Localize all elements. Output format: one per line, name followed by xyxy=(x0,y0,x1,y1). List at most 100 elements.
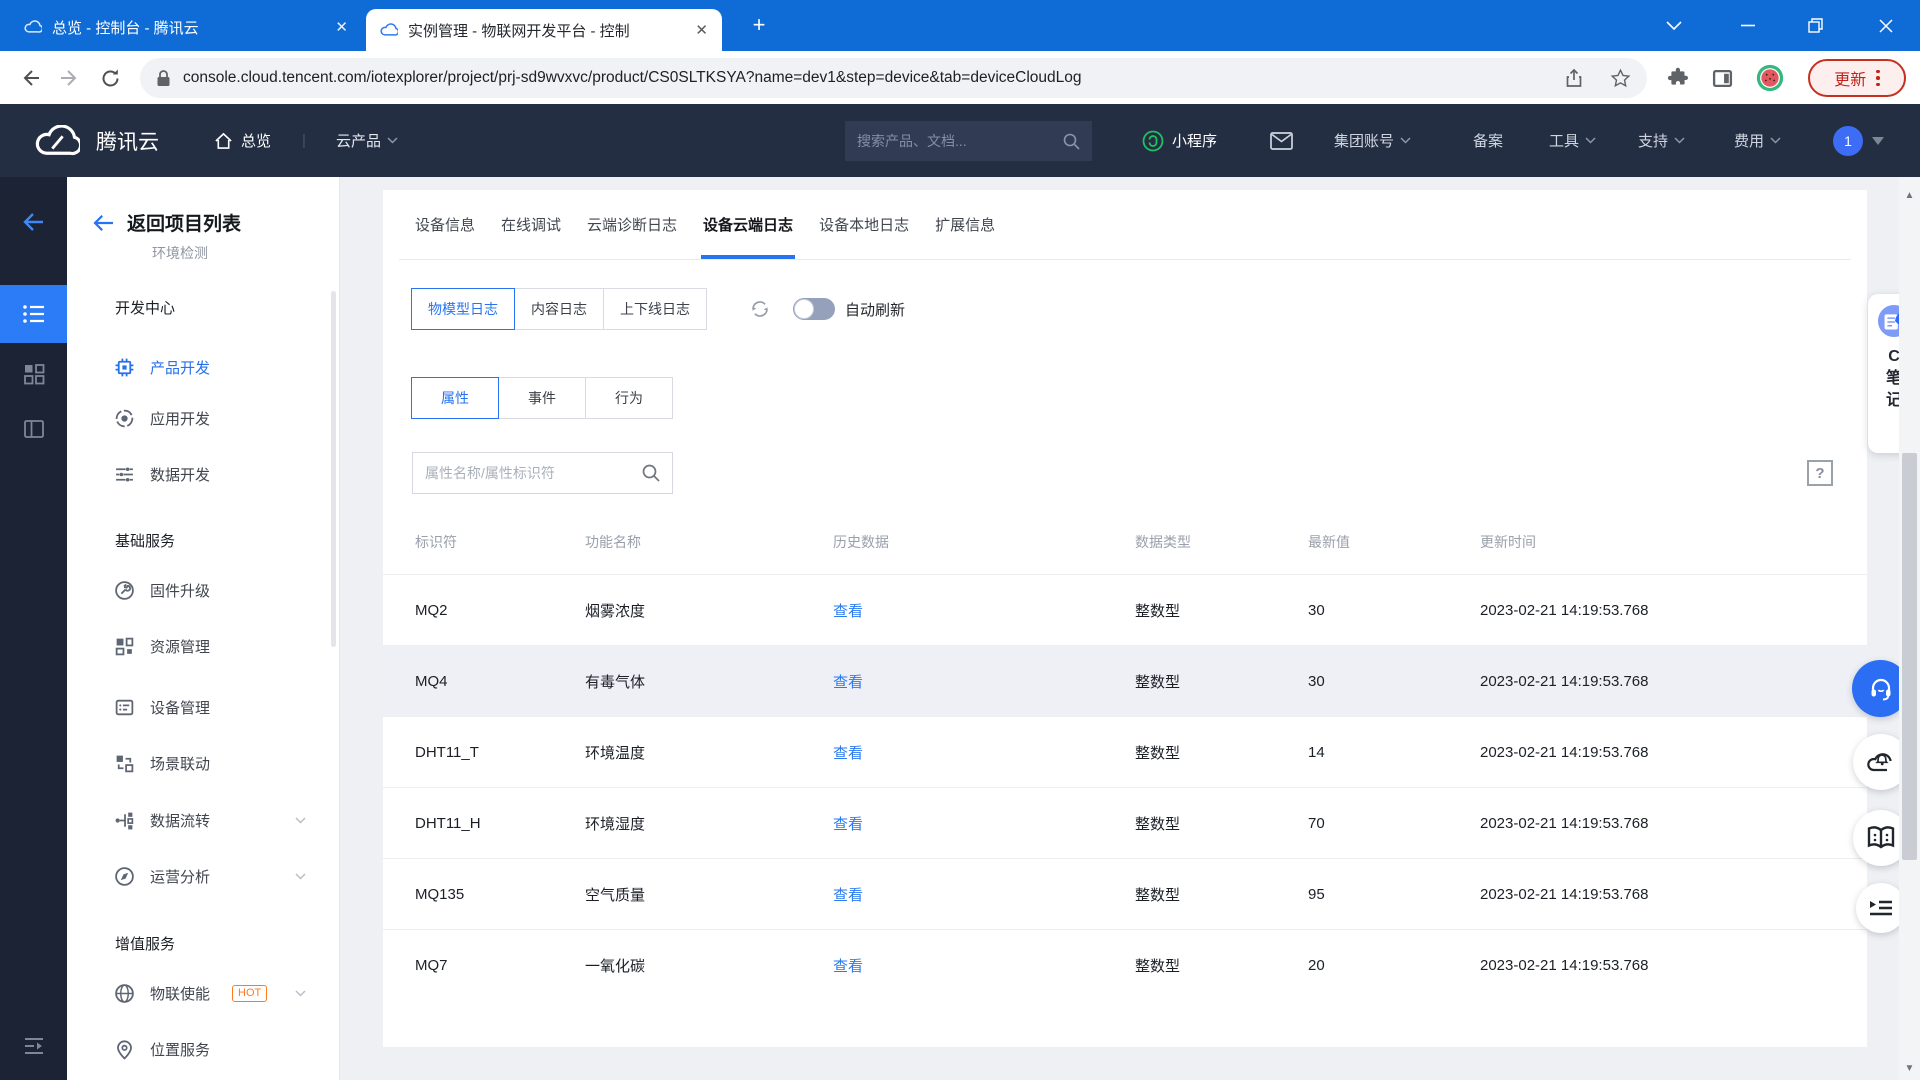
sidebar-item-flow[interactable]: 数据流转 xyxy=(67,805,339,835)
tab-search-icon[interactable] xyxy=(1651,0,1697,51)
sidebar-item-location[interactable]: 位置服务 xyxy=(67,1034,339,1064)
nav-overview[interactable]: 总览 xyxy=(214,104,271,177)
bookmark-star-icon[interactable] xyxy=(1610,68,1631,89)
table-cell: 整数型 xyxy=(1135,886,1181,904)
console-search-box[interactable]: 搜索产品、文档... xyxy=(845,121,1092,161)
table-row[interactable]: DHT11_H 环境湿度 查看 整数型 70 2023-02-21 14:19:53.76… xyxy=(383,787,1867,858)
page-scrollbar[interactable]: ▲ ▼ xyxy=(1899,177,1920,1080)
view-history-link[interactable]: 查看 xyxy=(833,600,1135,621)
rail-panel-icon[interactable] xyxy=(0,400,67,458)
sidebar-scrollbar[interactable] xyxy=(331,291,336,647)
sidebar-item-scene[interactable]: 场景联动 xyxy=(67,748,339,778)
table-row[interactable]: MQ135 空气质量 查看 整数型 95 2023-02-21 14:19:53.768 xyxy=(383,858,1867,929)
device-tab-2[interactable]: 云端诊断日志 xyxy=(587,190,677,259)
rail-back-arrow-icon[interactable] xyxy=(0,193,67,251)
property-search[interactable] xyxy=(412,452,673,494)
nav-beian[interactable]: 备案 xyxy=(1473,104,1503,177)
table-cell: MQ4 xyxy=(415,672,448,690)
auto-refresh-toggle[interactable] xyxy=(793,298,835,320)
view-history-link[interactable]: 查看 xyxy=(833,671,1135,692)
window-restore-button[interactable] xyxy=(1792,0,1838,51)
log-tab-1[interactable]: 内容日志 xyxy=(514,288,604,330)
table-row[interactable]: MQ7 一氧化碳 查看 整数型 20 2023-02-21 14:19:53.768 xyxy=(383,929,1867,1000)
browser-update-button[interactable]: 更新 xyxy=(1808,59,1906,97)
side-panel-icon[interactable] xyxy=(1708,64,1736,92)
nav-mini-program[interactable]: 小程序 xyxy=(1142,104,1217,177)
device-detail-card: 设备信息 在线调试 云端诊断日志 设备云端日志 设备本地日志 扩展信息 物模型日志 内容日志… xyxy=(383,190,1867,1047)
chevron-down-icon[interactable] xyxy=(295,984,306,1002)
new-tab-button[interactable]: + xyxy=(745,12,773,40)
search-icon[interactable] xyxy=(1063,133,1080,150)
forward-icon[interactable] xyxy=(56,64,84,92)
nav-tools[interactable]: 工具 xyxy=(1549,104,1596,177)
rail-collapse-icon[interactable] xyxy=(0,1017,67,1075)
rail-menu-list-icon[interactable] xyxy=(0,285,67,343)
messages-envelope-icon[interactable] xyxy=(1270,104,1293,177)
browser-menu-icon[interactable] xyxy=(1876,69,1880,87)
sidebar-item-resource[interactable]: 资源管理 xyxy=(67,631,339,661)
table-cell: 20 xyxy=(1308,956,1325,974)
help-button[interactable]: ? xyxy=(1807,460,1833,486)
chevron-down-icon[interactable] xyxy=(295,811,306,829)
back-label: 返回项目列表 xyxy=(127,214,242,235)
device-tab-0[interactable]: 设备信息 xyxy=(415,190,475,259)
tab-close-icon[interactable]: ✕ xyxy=(695,21,708,39)
extensions-puzzle-icon[interactable] xyxy=(1664,64,1692,92)
table-cell: 2023-02-21 14:19:53.768 xyxy=(1480,814,1649,832)
type-tab-0[interactable]: 属性 xyxy=(411,377,499,419)
log-tab-0[interactable]: 物模型日志 xyxy=(411,288,515,330)
table-row[interactable]: DHT11_T 环境温度 查看 整数型 14 2023-02-21 14:19:53.76… xyxy=(383,716,1867,787)
tencent-cloud-logo[interactable] xyxy=(34,104,80,177)
property-search-input[interactable] xyxy=(413,465,642,481)
address-bar[interactable]: console.cloud.tencent.com/iotexplorer/pr… xyxy=(140,58,1647,98)
back-icon[interactable] xyxy=(16,64,44,92)
tab-close-icon[interactable]: ✕ xyxy=(335,18,348,36)
browser-tab-instance[interactable]: 实例管理 - 物联网开发平台 - 控制 ✕ xyxy=(366,9,722,51)
nav-support[interactable]: 支持 xyxy=(1638,104,1685,177)
chevron-down-icon[interactable] xyxy=(295,867,306,885)
sidebar-item-app[interactable]: 应用开发 xyxy=(67,403,339,433)
browser-tab-overview[interactable]: 总览 - 控制台 - 腾讯云 ✕ xyxy=(10,10,362,44)
scroll-up-icon[interactable]: ▲ xyxy=(1899,185,1920,205)
rail-grid-icon[interactable] xyxy=(0,345,67,403)
window-minimize-button[interactable] xyxy=(1725,0,1771,51)
share-icon[interactable] xyxy=(1564,68,1584,88)
view-history-link[interactable]: 查看 xyxy=(833,955,1135,976)
table-row[interactable]: MQ4 有毒气体 查看 整数型 30 2023-02-21 14:19:53.768 xyxy=(383,645,1867,716)
device-tab-5[interactable]: 扩展信息 xyxy=(935,190,995,259)
search-icon[interactable] xyxy=(642,464,660,482)
back-to-projects[interactable]: 返回项目列表 xyxy=(93,209,241,236)
view-history-link[interactable]: 查看 xyxy=(833,813,1135,834)
sidebar-item-device[interactable]: 设备管理 xyxy=(67,692,339,722)
view-history-link[interactable]: 查看 xyxy=(833,884,1135,905)
account-avatar[interactable]: 1 xyxy=(1833,126,1863,156)
window-close-button[interactable] xyxy=(1863,0,1909,51)
log-tab-2[interactable]: 上下线日志 xyxy=(603,288,707,330)
scroll-down-icon[interactable]: ▼ xyxy=(1899,1058,1920,1078)
browser-profile-avatar[interactable] xyxy=(1756,64,1784,92)
device-tab-3[interactable]: 设备云端日志 xyxy=(701,190,796,259)
table-row[interactable]: MQ2 烟雾浓度 查看 整数型 30 2023-02-21 14:19:53.768 xyxy=(383,574,1867,645)
table-cell: 2023-02-21 14:19:53.768 xyxy=(1480,601,1649,619)
table-cell: 烟雾浓度 xyxy=(585,602,646,620)
account-caret-icon[interactable] xyxy=(1872,104,1884,177)
device-tab-1[interactable]: 在线调试 xyxy=(501,190,561,259)
refresh-icon[interactable] xyxy=(749,298,771,320)
nav-group-account[interactable]: 集团账号 xyxy=(1334,104,1411,177)
view-history-link[interactable]: 查看 xyxy=(833,742,1135,763)
scrollbar-thumb[interactable] xyxy=(1902,453,1917,860)
device-tab-4[interactable]: 设备本地日志 xyxy=(819,190,909,259)
sidebar-item-product[interactable]: 产品开发 xyxy=(67,352,339,382)
toggle-knob xyxy=(794,299,814,319)
sidebar-item-analysis[interactable]: 运营分析 xyxy=(67,861,339,891)
type-tab-1[interactable]: 事件 xyxy=(498,377,586,419)
sidebar-section-label: 增值服务 xyxy=(115,935,176,953)
sidebar-item-firmware[interactable]: 固件升级 xyxy=(67,575,339,605)
nav-billing[interactable]: 费用 xyxy=(1734,104,1781,177)
nav-cloud-products[interactable]: 云产品 xyxy=(336,104,398,177)
sidebar-item-iot[interactable]: 物联使能 HOT xyxy=(67,978,339,1008)
brand-name[interactable]: 腾讯云 xyxy=(96,104,159,177)
sidebar-item-data[interactable]: 数据开发 xyxy=(67,459,339,489)
type-tab-2[interactable]: 行为 xyxy=(585,377,673,419)
reload-icon[interactable] xyxy=(96,64,124,92)
